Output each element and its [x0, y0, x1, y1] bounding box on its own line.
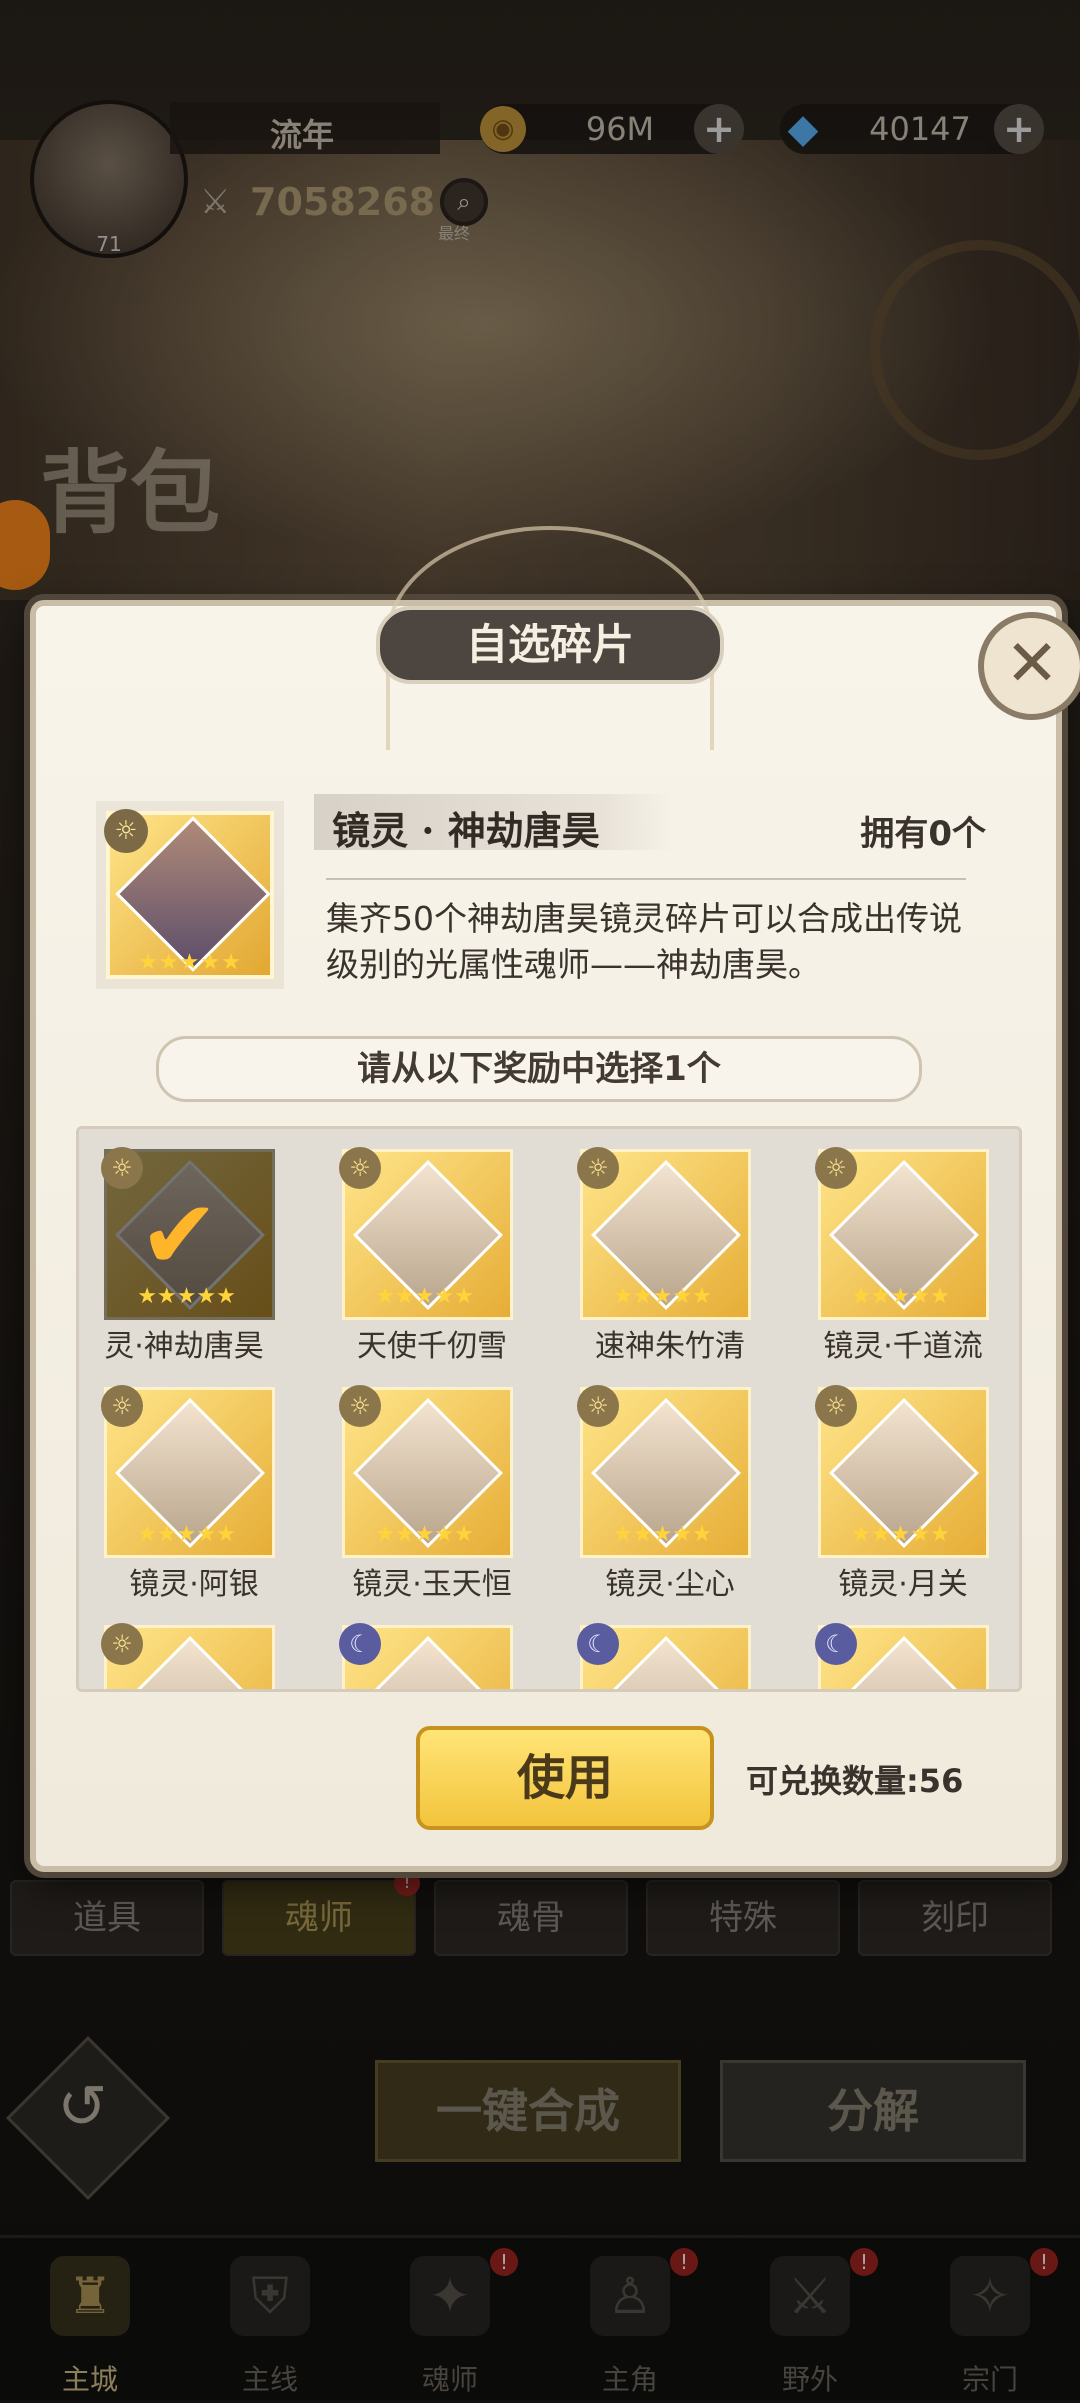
reward-card[interactable]: ☾: [555, 1615, 755, 1689]
moon-element-icon: ☾: [339, 1623, 381, 1665]
reward-card[interactable]: ☼ ✔ ★★★★★ 灵·神劫唐昊: [79, 1139, 279, 1364]
star-rating: ★★★★★: [375, 1522, 474, 1547]
star-rating: ★★★★★: [851, 1522, 950, 1547]
reward-card[interactable]: ☼ ★★★★★ 镜灵·阿银: [79, 1377, 279, 1602]
sun-element-icon: ☼: [101, 1147, 143, 1189]
fragment-name: 镜灵 · 神劫唐昊: [332, 808, 600, 853]
reward-card[interactable]: ☼ ★★★★★ 速神朱竹清: [555, 1139, 755, 1364]
fragment-stars: ★★★★★: [138, 950, 242, 975]
moon-element-icon: ☾: [577, 1623, 619, 1665]
divider: [326, 878, 966, 880]
reward-name: 镜灵·玉天恒: [352, 1567, 512, 1602]
reward-name: 灵·神劫唐昊: [104, 1329, 264, 1364]
sun-element-icon: ☼: [101, 1385, 143, 1427]
star-rating: ★★★★★: [613, 1522, 712, 1547]
reward-name: 速神朱竹清: [595, 1329, 745, 1364]
owned-count: 拥有0个: [860, 814, 986, 854]
star-rating: ★★★★★: [137, 1522, 236, 1547]
star-rating: ★★★★★: [137, 1284, 236, 1309]
fragment-description: 集齐50个神劫唐昊镜灵碎片可以合成出传说级别的光属性魂师——神劫唐昊。: [326, 899, 962, 984]
star-rating: ★★★★★: [851, 1284, 950, 1309]
reward-name: 天使千仞雪: [357, 1329, 507, 1364]
sun-element-icon: ☼: [339, 1385, 381, 1427]
sun-element-icon: ☼: [339, 1147, 381, 1189]
reward-grid[interactable]: ☼ ✔ ★★★★★ 灵·神劫唐昊 ☼ ★★★★★ 天使千仞雪 ☼ ★★★★★ 速…: [76, 1126, 1022, 1692]
reward-name: 镜灵·月关: [838, 1567, 968, 1602]
reward-card[interactable]: ☾: [793, 1615, 993, 1689]
fragment-icon: ☼ ★★★★★: [104, 809, 274, 979]
sun-element-icon: ☼: [815, 1147, 857, 1189]
close-icon: ✕: [1005, 627, 1059, 701]
moon-element-icon: ☾: [815, 1623, 857, 1665]
sun-element-icon: ☼: [577, 1385, 619, 1427]
reward-card[interactable]: ☼ ★★★★★ 天使千仞雪: [317, 1139, 517, 1364]
star-rating: ★★★★★: [375, 1284, 474, 1309]
reward-card[interactable]: ☼: [79, 1615, 279, 1689]
reward-card[interactable]: ☼ ★★★★★ 镜灵·尘心: [555, 1377, 755, 1602]
reward-name: 镜灵·阿银: [129, 1567, 259, 1602]
close-button[interactable]: ✕: [978, 612, 1080, 720]
fragment-name-bar: 镜灵 · 神劫唐昊: [314, 794, 674, 853]
dialog-title: 自选碎片: [376, 606, 724, 684]
reward-card[interactable]: ☾: [317, 1615, 517, 1689]
star-rating: ★★★★★: [613, 1284, 712, 1309]
reward-card[interactable]: ☼ ★★★★★ 镜灵·月关: [793, 1377, 993, 1602]
sun-element-icon: ☼: [577, 1147, 619, 1189]
fragment-select-dialog: 自选碎片 ✕ ☼ ★★★★★ 镜灵 · 神劫唐昊 拥有0个 集齐50个神劫唐昊镜…: [30, 526, 1080, 1872]
sun-element-icon: ☼: [101, 1623, 143, 1665]
reward-card[interactable]: ☼ ★★★★★ 镜灵·玉天恒: [317, 1377, 517, 1602]
checkmark-icon: ✔: [139, 1179, 220, 1291]
sun-element-icon: ☼: [815, 1385, 857, 1427]
exchange-count: 可兑换数量:56: [746, 1762, 964, 1800]
choose-reward-label: 请从以下奖励中选择1个: [156, 1036, 922, 1102]
reward-card[interactable]: ☼ ★★★★★ 镜灵·千道流: [793, 1139, 993, 1364]
reward-name: 镜灵·千道流: [823, 1329, 983, 1364]
sun-element-icon: ☼: [104, 809, 148, 853]
reward-name: 镜灵·尘心: [605, 1567, 735, 1602]
use-button[interactable]: 使用: [416, 1726, 714, 1830]
